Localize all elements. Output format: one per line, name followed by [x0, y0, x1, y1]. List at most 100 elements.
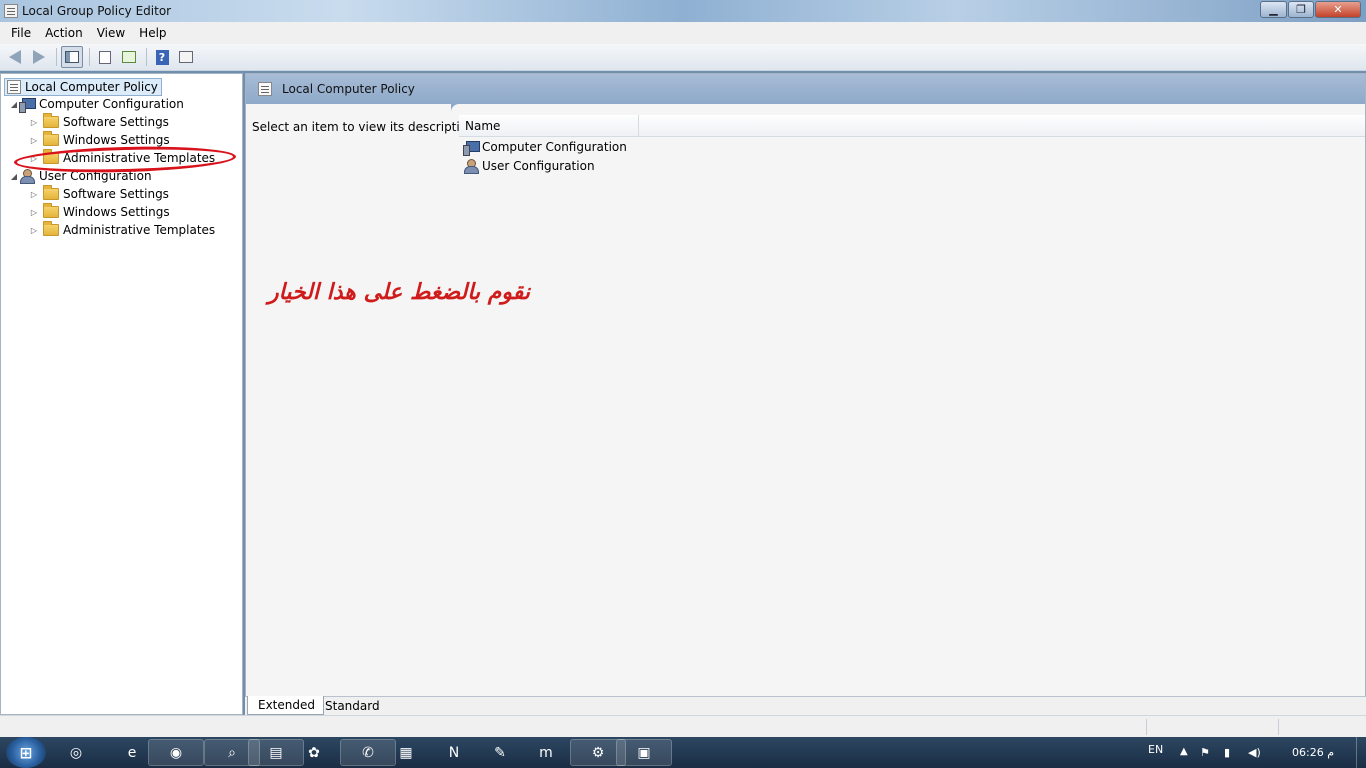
calculator-icon[interactable]: ▦: [388, 739, 424, 766]
computer-icon: [463, 140, 480, 156]
show-hide-tree-icon: [65, 51, 79, 63]
tree-item-label: Windows Settings: [63, 205, 170, 219]
collapsed-arrow-icon[interactable]: ▷: [29, 136, 39, 145]
forward-button[interactable]: [28, 46, 50, 68]
tab-extended[interactable]: Extended: [247, 696, 324, 715]
collapsed-arrow-icon[interactable]: ▷: [29, 154, 39, 163]
start-button[interactable]: ⊞: [6, 737, 46, 768]
computer-icon: [19, 97, 36, 113]
internet-explorer-icon[interactable]: e: [114, 739, 150, 766]
user-icon: [19, 169, 35, 184]
arabic-annotation-text: نقوم بالضغط على هذا الخيار: [268, 280, 530, 305]
tree-item-label: Software Settings: [63, 187, 169, 201]
view-tabs: Extended Standard: [245, 696, 1366, 715]
status-separator: [1278, 719, 1279, 735]
list-item-computer-configuration[interactable]: Computer Configuration: [463, 138, 627, 156]
folder-icon: [43, 185, 59, 200]
list-item-label: Computer Configuration: [482, 140, 627, 154]
window-title: Local Group Policy Editor: [22, 4, 172, 18]
user-icon: [463, 159, 479, 174]
list-item-label: User Configuration: [482, 159, 595, 173]
show-hide-tree-button[interactable]: [61, 46, 83, 68]
export-list-icon: [122, 51, 136, 63]
group-policy-app-icon: [4, 4, 18, 18]
folder-icon: [43, 149, 59, 164]
tab-standard[interactable]: Standard: [315, 696, 388, 715]
folder-icon: [43, 131, 59, 146]
title-bar: Local Group Policy Editor ▁ ❐ ✕: [0, 0, 1366, 22]
collapsed-arrow-icon[interactable]: ▷: [29, 190, 39, 199]
close-button[interactable]: ✕: [1315, 1, 1361, 18]
tree-item-computer-software-settings[interactable]: ▷ Software Settings: [29, 113, 169, 131]
list-view-button[interactable]: [94, 46, 116, 68]
app-n-icon[interactable]: N: [436, 739, 472, 766]
minimize-button[interactable]: ▁: [1260, 1, 1287, 18]
tree-item-computer-windows-settings[interactable]: ▷ Windows Settings: [29, 131, 170, 149]
status-bar: [0, 715, 1366, 737]
help-icon: ?: [155, 49, 169, 65]
tree-item-computer-configuration[interactable]: ◢ Computer Configuration: [9, 95, 184, 113]
column-header-name[interactable]: Name: [459, 115, 639, 137]
tree-item-label: Administrative Templates: [63, 151, 216, 165]
expanded-arrow-icon[interactable]: ◢: [9, 100, 19, 109]
list-view-icon: [99, 50, 111, 64]
tree-item-label: User Configuration: [39, 169, 152, 183]
toolbar-separator: [89, 48, 90, 66]
tree-item-user-windows-settings[interactable]: ▷ Windows Settings: [29, 203, 170, 221]
tree-item-local-computer-policy[interactable]: Local Computer Policy: [4, 77, 162, 96]
collapsed-arrow-icon[interactable]: ▷: [29, 118, 39, 127]
properties-icon: [179, 51, 193, 63]
policy-document-icon: [258, 82, 272, 96]
language-indicator[interactable]: EN: [1148, 743, 1163, 756]
menu-file[interactable]: File: [4, 26, 38, 40]
tree-pane: Local Computer Policy ◢ Computer Configu…: [0, 73, 243, 715]
folder-icon: [43, 113, 59, 128]
list-header: Name: [459, 115, 1365, 137]
export-list-button[interactable]: [118, 46, 140, 68]
tree-item-user-software-settings[interactable]: ▷ Software Settings: [29, 185, 169, 203]
help-button[interactable]: ?: [151, 46, 173, 68]
tree-item-user-administrative-templates[interactable]: ▷ Administrative Templates: [29, 221, 215, 239]
collapsed-arrow-icon[interactable]: ▷: [29, 226, 39, 235]
tree-item-user-configuration[interactable]: ◢ User Configuration: [9, 167, 152, 185]
details-pane: Local Computer Policy Select an item to …: [245, 73, 1366, 715]
network-signal-icon[interactable]: ▮: [1224, 746, 1230, 759]
paint-icon[interactable]: ✎: [482, 739, 518, 766]
list-item-user-configuration[interactable]: User Configuration: [463, 157, 595, 175]
folder-icon: [43, 203, 59, 218]
policy-document-icon: [7, 79, 21, 94]
maximize-button[interactable]: ❐: [1288, 1, 1314, 18]
details-header-title: Local Computer Policy: [282, 82, 415, 96]
header-notch: [451, 104, 1365, 112]
action-center-flag-icon[interactable]: ⚑: [1200, 746, 1210, 759]
tree-item-label: Computer Configuration: [39, 97, 184, 111]
clock[interactable]: 06:26 م: [1292, 746, 1334, 759]
group-policy-task-icon[interactable]: ▣: [616, 739, 672, 766]
menu-bar: File Action View Help: [0, 22, 1366, 44]
volume-icon[interactable]: ◀): [1248, 746, 1261, 759]
collapsed-arrow-icon[interactable]: ▷: [29, 208, 39, 217]
taskbar: ⊞ ◎ e ◉ ⌕ ▤ ✿ ✆ ▦ N ✎ m ⚙ ▣ EN ▲ ⚑ ▮ ◀) …: [0, 737, 1366, 768]
menu-help[interactable]: Help: [132, 26, 173, 40]
task-app-icon[interactable]: ◎: [58, 739, 94, 766]
properties-button[interactable]: [175, 46, 197, 68]
back-arrow-icon: [9, 50, 21, 64]
show-desktop-button[interactable]: [1356, 737, 1366, 768]
tree-item-label: Local Computer Policy: [25, 79, 158, 94]
firefox-icon[interactable]: ◉: [148, 739, 204, 766]
picasa-icon[interactable]: ✿: [296, 739, 332, 766]
toolbar-separator: [146, 48, 147, 66]
menu-view[interactable]: View: [90, 26, 132, 40]
expanded-arrow-icon[interactable]: ◢: [9, 172, 19, 181]
maxthon-icon[interactable]: m: [528, 739, 564, 766]
details-header: Local Computer Policy: [246, 74, 1365, 104]
tree-item-label: Software Settings: [63, 115, 169, 129]
show-hidden-icons-icon[interactable]: ▲: [1180, 746, 1188, 757]
forward-arrow-icon: [33, 50, 45, 64]
back-button[interactable]: [4, 46, 26, 68]
toolbar: ?: [0, 44, 1366, 71]
menu-action[interactable]: Action: [38, 26, 90, 40]
status-separator: [1146, 719, 1147, 735]
tree-item-computer-administrative-templates[interactable]: ▷ Administrative Templates: [29, 149, 215, 167]
toolbar-separator: [56, 48, 57, 66]
